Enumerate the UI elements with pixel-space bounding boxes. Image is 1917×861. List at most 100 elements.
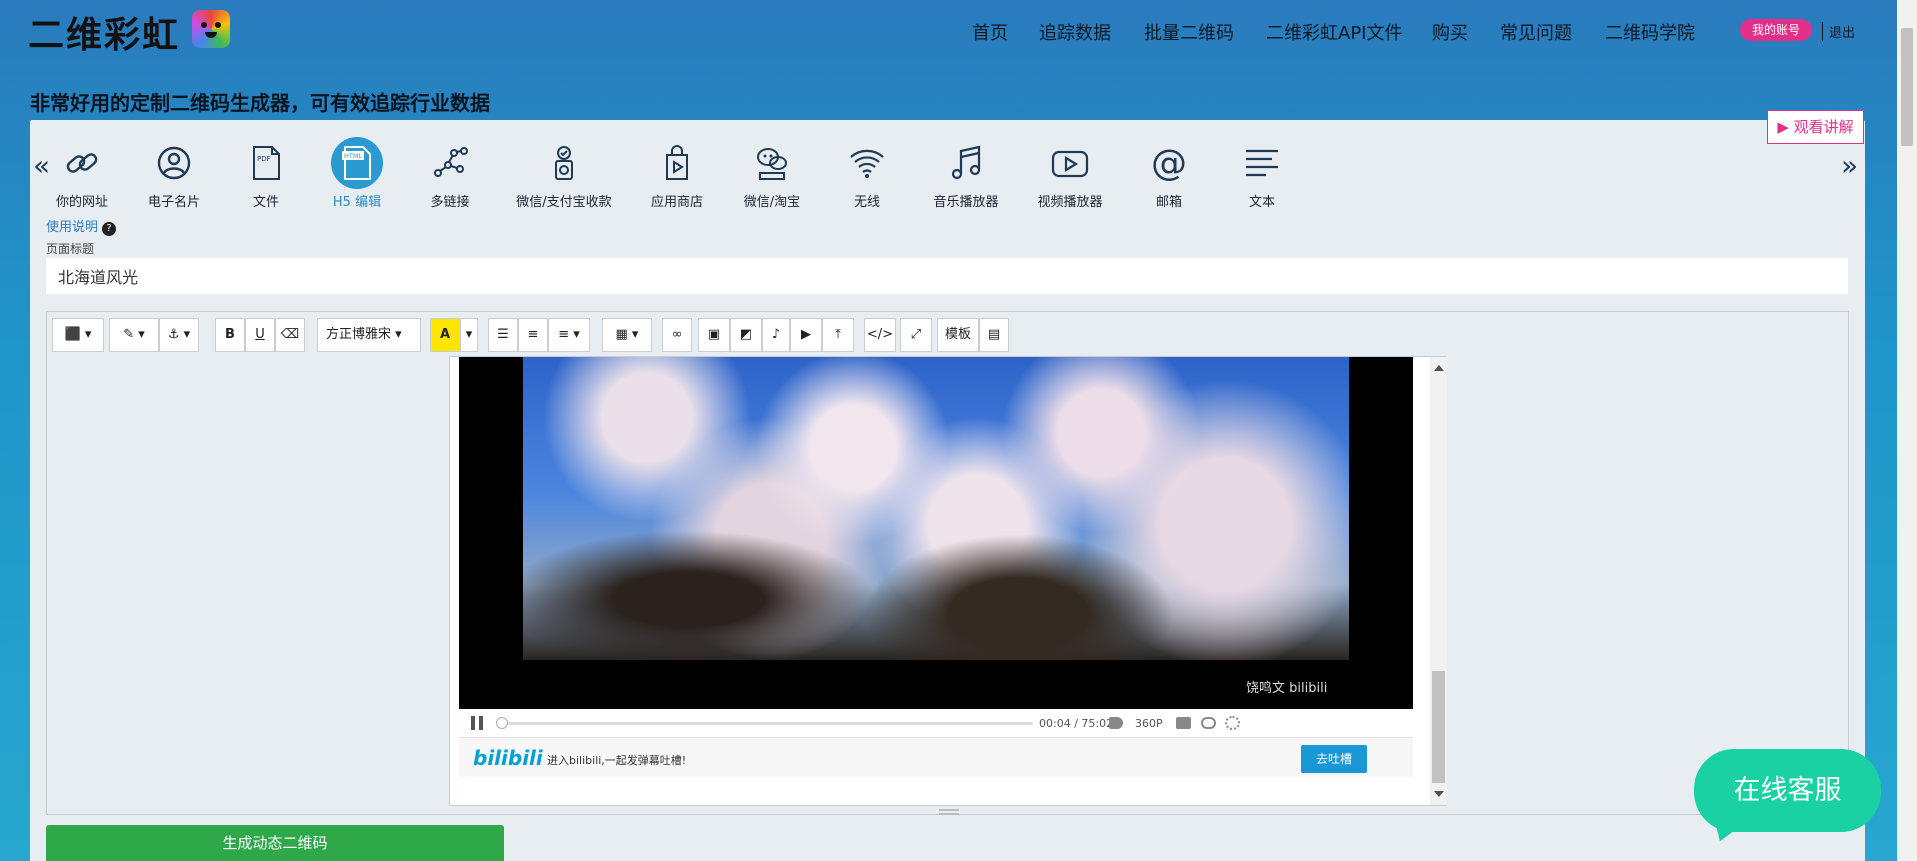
type-label: 无线 xyxy=(853,195,880,210)
anchor-dropdown[interactable]: ⚓ ▾ xyxy=(159,318,199,352)
danmaku-toggle-icon[interactable] xyxy=(1176,717,1191,729)
audio-icon[interactable]: ♪ xyxy=(762,318,790,352)
bullet-list-icon[interactable]: ☰ xyxy=(488,318,518,352)
scroll-up-icon[interactable] xyxy=(1434,365,1444,371)
page-scrollbar[interactable] xyxy=(1897,0,1917,861)
text-icon xyxy=(1242,143,1282,183)
send-danmaku-button[interactable]: 去吐槽 xyxy=(1301,745,1367,773)
type-h5[interactable]: HTML H5 编辑 xyxy=(307,135,407,210)
link-icon[interactable]: ∞ xyxy=(662,318,692,352)
svg-text:HTML: HTML xyxy=(344,152,362,160)
save-icon[interactable]: ▤ xyxy=(979,318,1009,352)
user-icon xyxy=(154,143,194,183)
generate-dynamic-qr-button[interactable]: 生成动态二维码 xyxy=(46,825,504,861)
template-button[interactable]: 模板 xyxy=(937,318,979,352)
page-title-label: 页面标题 xyxy=(46,242,95,256)
nav-item-api[interactable]: 二维彩虹API文件 xyxy=(1266,19,1402,45)
page-title-input[interactable] xyxy=(46,258,1848,294)
volume-icon[interactable] xyxy=(1109,717,1123,729)
type-video[interactable]: 视频播放器 xyxy=(1020,135,1120,210)
font-family-select[interactable]: 方正博雅宋 ▾ xyxy=(317,318,421,352)
type-label: 文本 xyxy=(1248,195,1275,210)
watch-tutorial-button[interactable]: ▶ 观看讲解 xyxy=(1767,110,1864,144)
nav-item-buy[interactable]: 购买 xyxy=(1432,19,1468,45)
rainbow-bear-logo-icon xyxy=(192,10,230,48)
type-label: 应用商店 xyxy=(650,195,703,210)
nav-item-faq[interactable]: 常见问题 xyxy=(1500,19,1572,45)
qr-type-bar: 你的网址 电子名片 PDF 文件 HTML H5 编辑 多链接 微信/支付宝收款… xyxy=(0,135,1917,215)
magic-wand-dropdown[interactable]: ✎ ▾ xyxy=(109,318,159,352)
type-label: 微信/支付宝收款 xyxy=(516,195,612,210)
nav-item-batch[interactable]: 批量二维码 xyxy=(1144,19,1234,45)
eraser-icon[interactable]: ⌫ xyxy=(275,318,305,352)
type-wifi[interactable]: 无线 xyxy=(817,135,917,210)
scroll-down-icon[interactable] xyxy=(1434,791,1444,797)
image-icon[interactable]: ◩ xyxy=(730,318,762,352)
type-label: 电子名片 xyxy=(147,195,200,210)
pdf-icon: PDF xyxy=(246,143,286,183)
underline-button[interactable]: U xyxy=(245,318,275,352)
help-link[interactable]: 使用说明? xyxy=(46,216,117,236)
page-tagline: 非常好用的定制二维码生成器，可有效追踪行业数据 xyxy=(30,91,490,115)
align-dropdown[interactable]: ≡ ▾ xyxy=(548,318,590,352)
editor-content-frame[interactable]: 饶鸣文 bilibili 00:04 / 75:02 360P bilibili… xyxy=(449,356,1447,806)
type-appstore[interactable]: 应用商店 xyxy=(627,135,727,210)
nav-item-tracking[interactable]: 追踪数据 xyxy=(1039,19,1111,45)
type-label: 邮箱 xyxy=(1155,195,1182,210)
account-button[interactable]: 我的账号 xyxy=(1740,19,1812,41)
danmaku-bar: bilibili 进入bilibili,一起发弹幕吐槽! 去吐槽 xyxy=(459,737,1413,777)
bold-button[interactable]: B xyxy=(215,318,245,352)
question-icon: ? xyxy=(102,222,117,236)
widescreen-icon[interactable] xyxy=(1225,716,1240,730)
type-label: 你的网址 xyxy=(55,195,108,210)
logout-link[interactable]: 退出 xyxy=(1822,22,1855,41)
upload-icon[interactable]: ⤒ xyxy=(822,318,854,352)
type-text[interactable]: 文本 xyxy=(1212,135,1312,210)
bilibili-video-player[interactable]: 饶鸣文 bilibili xyxy=(459,357,1413,709)
resize-grip[interactable] xyxy=(939,809,959,815)
fullscreen-icon[interactable]: ⤢ xyxy=(900,318,932,352)
video-icon[interactable]: ▶ xyxy=(790,318,822,352)
frame-scrollbar[interactable] xyxy=(1430,357,1447,805)
player-controls: 00:04 / 75:02 360P xyxy=(459,709,1413,737)
insert-media-dropdown[interactable]: ⬛ ▾ xyxy=(52,318,104,352)
video-icon xyxy=(1050,143,1090,183)
network-icon xyxy=(430,143,470,183)
quality-selector[interactable]: 360P xyxy=(1135,717,1163,730)
nav-item-academy[interactable]: 二维码学院 xyxy=(1605,19,1695,45)
time-display: 00:04 / 75:02 xyxy=(1039,717,1114,730)
type-multilink[interactable]: 多链接 xyxy=(400,135,500,210)
progress-bar[interactable] xyxy=(496,717,1033,729)
type-label: 音乐播放器 xyxy=(933,195,999,210)
type-payment[interactable]: 微信/支付宝收款 xyxy=(514,135,614,210)
svg-text:PDF: PDF xyxy=(257,155,271,163)
nav-item-home[interactable]: 首页 xyxy=(972,19,1008,45)
type-file[interactable]: PDF 文件 xyxy=(216,135,316,210)
email-icon: @ xyxy=(1149,143,1189,184)
text-color-button[interactable]: A xyxy=(430,318,460,352)
svg-text:@: @ xyxy=(1151,143,1187,183)
progress-knob[interactable] xyxy=(496,717,508,729)
site-logo[interactable]: 二维彩虹 xyxy=(28,6,180,58)
type-vcard[interactable]: 电子名片 xyxy=(124,135,224,210)
wechat-icon xyxy=(752,143,792,183)
link-icon xyxy=(62,143,102,183)
text-color-dropdown[interactable]: ▾ xyxy=(460,318,478,352)
table-dropdown[interactable]: ▦ ▾ xyxy=(602,318,652,352)
numbered-list-icon[interactable]: ≡ xyxy=(518,318,548,352)
loop-icon[interactable] xyxy=(1201,717,1216,729)
payment-icon xyxy=(544,143,584,183)
help-label: 使用说明 xyxy=(46,220,99,235)
video-watermark: 饶鸣文 bilibili xyxy=(1246,681,1328,696)
pause-icon[interactable] xyxy=(471,716,483,730)
type-wechat-taobao[interactable]: 微信/淘宝 xyxy=(722,135,822,210)
type-email[interactable]: @ 邮箱 xyxy=(1119,135,1219,210)
gallery-icon[interactable]: ▣ xyxy=(698,318,730,352)
type-music[interactable]: 音乐播放器 xyxy=(916,135,1016,210)
scrollbar-thumb[interactable] xyxy=(1432,671,1445,783)
source-code-icon[interactable]: </> xyxy=(864,318,896,352)
html-icon: HTML xyxy=(331,137,383,189)
page-scrollbar-thumb[interactable] xyxy=(1901,28,1913,146)
rich-text-editor: ⬛ ▾ ✎ ▾ ⚓ ▾ B U ⌫ 方正博雅宋 ▾ A ▾ ☰ ≡ ≡ ▾ ▦ … xyxy=(46,311,1849,815)
type-url[interactable]: 你的网址 xyxy=(32,135,132,210)
